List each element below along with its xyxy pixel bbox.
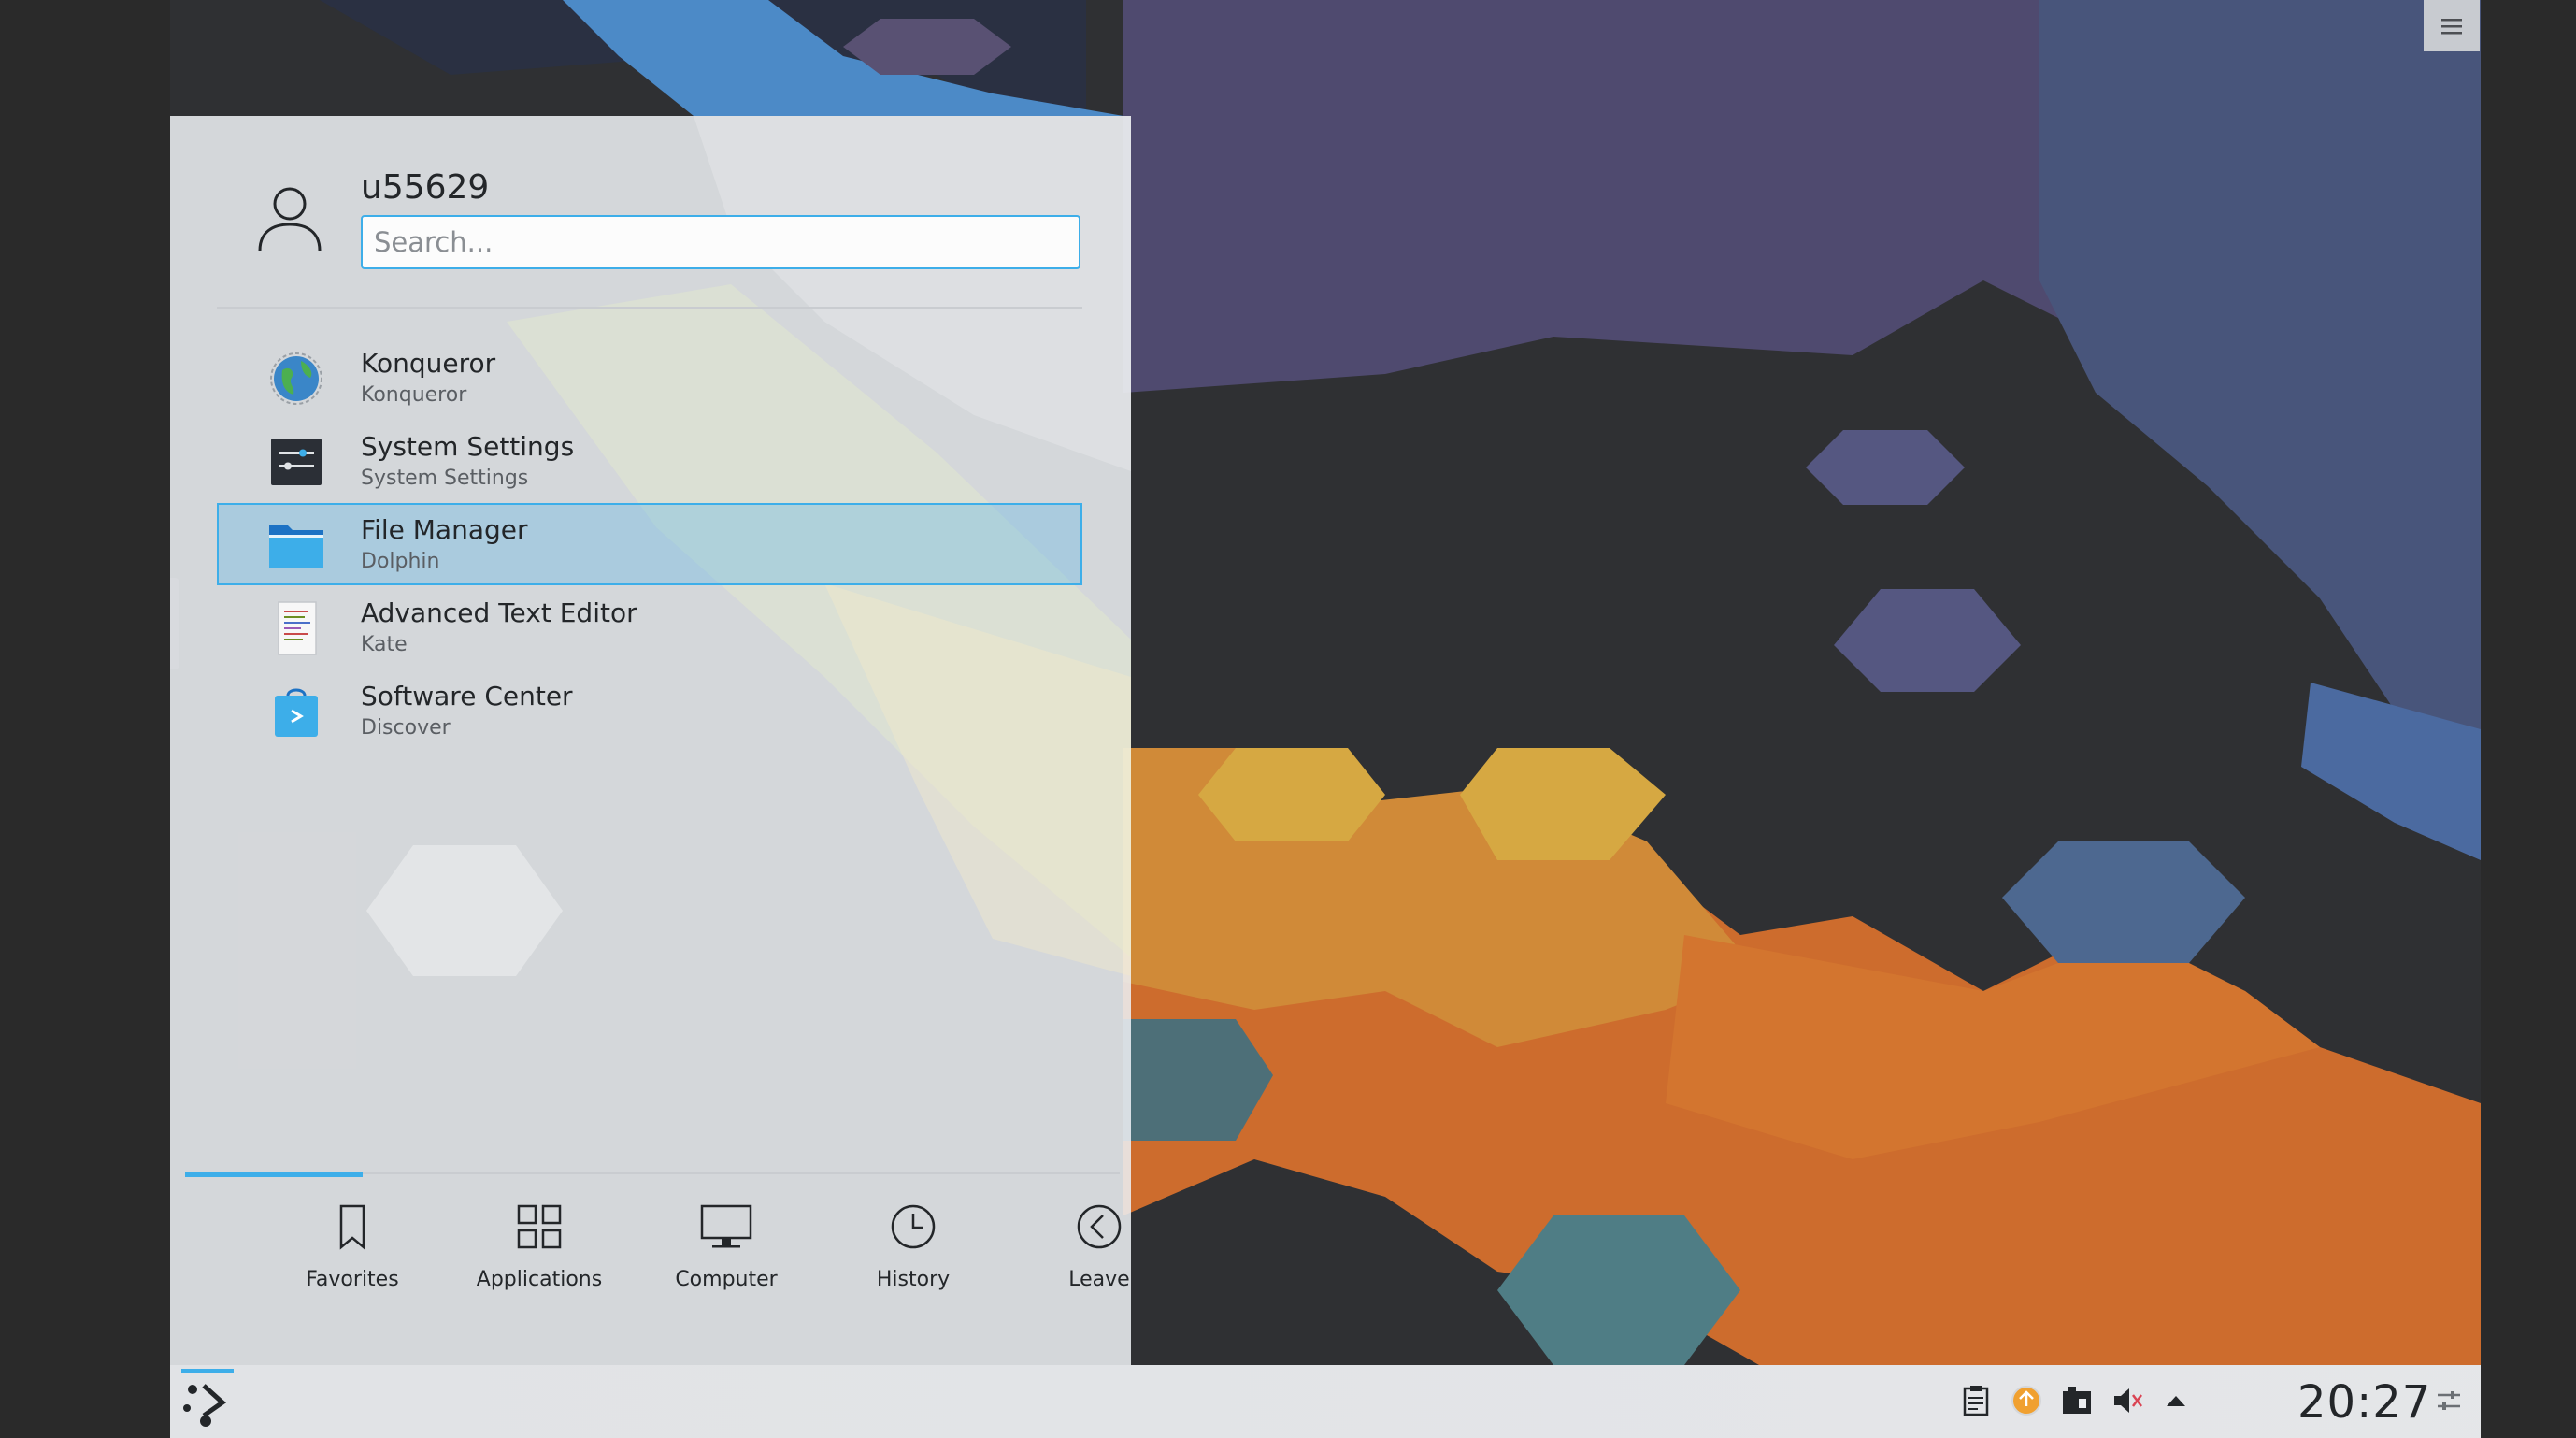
favorite-subtitle: Kate [361,633,408,656]
taskbar-panel: 20:27 [170,1365,2481,1438]
user-avatar-icon [258,187,322,252]
favorite-item-system-settings[interactable]: System Settings System Settings [217,420,1082,502]
favorite-item-konqueror[interactable]: Konqueror Konqueror [217,337,1082,419]
favorite-title: Konqueror [361,348,496,379]
application-launcher-button[interactable] [176,1369,237,1436]
header-divider [217,307,1082,309]
favorite-title: System Settings [361,431,575,462]
system-settings-icon [271,439,322,485]
konqueror-globe-icon [270,352,322,405]
software-bag-icon [275,688,318,737]
active-tab-indicator [185,1172,363,1177]
application-launcher: u55629 Konqueror Konqueror [170,116,1131,1365]
favorite-item-software-center[interactable]: Software Center Discover [217,669,1082,752]
launcher-tabs: Favorites Applications Computer History … [170,1202,1131,1343]
tab-label: Favorites [306,1268,399,1291]
clipboard-icon[interactable] [1959,1384,1993,1417]
tab-leave[interactable]: Leave [1006,1202,1193,1343]
arrow-left-circle-icon [1077,1204,1122,1249]
desktop-toolbox-button[interactable] [2424,0,2480,51]
search-input[interactable] [361,215,1080,269]
volume-muted-icon[interactable] [2111,1384,2144,1417]
clock-icon [891,1204,936,1249]
panel-settings-icon[interactable] [2432,1384,2466,1417]
hamburger-menu-icon [2441,18,2462,34]
grid-icon [517,1204,562,1249]
favorite-item-file-manager[interactable]: File Manager Dolphin [217,503,1082,585]
favorite-subtitle: Dolphin [361,550,440,573]
expand-arrow-icon[interactable] [2159,1384,2193,1417]
monitor-icon [700,1204,752,1248]
tab-computer[interactable]: Computer [633,1202,820,1343]
username-label: u55629 [361,168,490,207]
tab-history[interactable]: History [820,1202,1007,1343]
desktop-screen: u55629 Konqueror Konqueror [170,0,2481,1438]
tab-label: Computer [675,1268,778,1291]
favorite-title: Advanced Text Editor [361,597,637,628]
favorite-item-text-editor[interactable]: Advanced Text Editor Kate [217,586,1082,669]
favorite-title: File Manager [361,514,528,545]
network-icon[interactable] [2060,1384,2094,1417]
tab-label: Applications [476,1268,603,1291]
text-document-icon [278,601,317,655]
tab-label: History [876,1268,951,1291]
favorite-subtitle: Konqueror [361,383,467,407]
favorite-title: Software Center [361,681,573,712]
favorite-subtitle: System Settings [361,467,529,490]
folder-icon [269,525,323,568]
tab-label: Leave [1068,1268,1130,1291]
favorite-subtitle: Discover [361,716,451,740]
updates-icon[interactable] [2010,1384,2043,1417]
favorites-list: Konqueror Konqueror System Settings Syst… [217,337,1082,753]
tab-applications[interactable]: Applications [446,1202,633,1343]
digital-clock[interactable]: 20:27 [2297,1376,2431,1429]
bookmark-icon [339,1204,365,1250]
tab-favorites[interactable]: Favorites [259,1202,446,1343]
